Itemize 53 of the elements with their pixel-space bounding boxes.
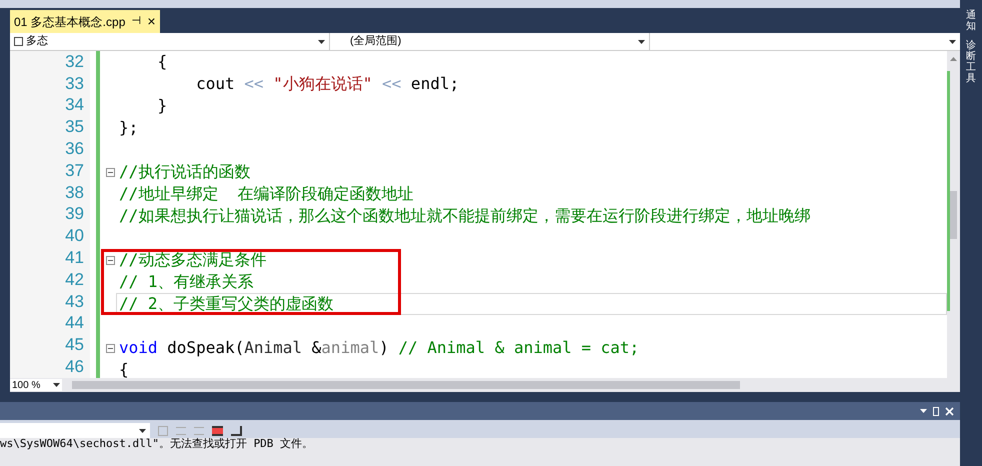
line-number: 40 [65,226,84,246]
dropdown-arrow-icon[interactable] [139,429,146,433]
collapse-icon[interactable] [106,168,114,176]
code-line: //执行说话的函数 [119,162,250,182]
zoom-dropdown[interactable]: 100 % [10,379,62,391]
collapse-icon[interactable] [106,344,114,352]
line-number: 36 [65,139,84,160]
code-line: //动态多态满足条件 [119,250,266,270]
line-number: 37 [65,160,84,181]
close-button[interactable]: × [147,11,156,32]
line-number: 45 [65,335,84,356]
pin-icon[interactable] [933,406,939,416]
side-tab[interactable]: 诊断工具 [966,40,976,84]
code-line: //地址早绑定 在编译阶段确定函数地址 [119,184,414,204]
line-number: 43 [65,292,84,312]
scope-dropdown[interactable]: 多态 [10,33,330,50]
line-number: 41 [65,248,84,268]
class-icon [14,37,23,46]
dropdown-arrow-icon[interactable] [638,40,645,44]
code-line: } [156,96,168,116]
line-number: 38 [65,182,84,203]
line-number: 39 [65,204,84,224]
code-line: { [156,52,168,72]
dropdown-arrow-icon[interactable] [318,40,325,44]
code-line: cout << "小狗在说话" << endl; [195,74,460,94]
code-line: //如果想执行让猫说话，那么这个函数地址就不能提前绑定，需要在运行阶段进行绑定，地址晚绑 [119,206,810,226]
pin-button[interactable]: ⊣ [131,13,142,30]
up-arrow-icon[interactable] [950,57,957,61]
dropdown-arrow-icon[interactable] [53,383,60,387]
document-tab[interactable]: 01 多态基本概念.cpp ⊣ × [10,10,160,33]
line-number: 46 [65,357,84,378]
line-number: 44 [65,313,84,334]
dropdown-arrow-icon[interactable] [949,40,956,44]
vertical-scrollbar[interactable] [947,51,960,378]
collapse-icon[interactable] [106,256,114,264]
line-number: 34 [65,95,84,116]
member-dropdown[interactable]: (全局范围) [330,33,650,50]
scrollbar-thumb[interactable] [950,191,957,239]
side-tab[interactable]: 通知 [966,10,976,32]
horizontal-scrollbar[interactable] [72,381,740,389]
line-number: 33 [65,74,84,94]
output-text: ws\SysWOW64\sechost.dll"。无法查找或打开 PDB 文件。 [0,437,314,450]
code-line: }; [119,118,138,138]
line-number: 35 [65,117,84,138]
line-number: 42 [65,270,84,290]
line-number: 32 [65,52,84,72]
code-line: void doSpeak(Animal &animal) // Animal & animal = cat; [119,338,640,358]
code-line: // 2、子类重写父类的虚函数 [119,294,334,314]
code-line: { [119,360,129,378]
close-icon[interactable] [945,406,954,416]
code-line: // 1、有继承关系 [119,272,254,292]
dropdown-arrow-icon[interactable] [920,409,927,413]
clear-all-icon[interactable] [212,426,223,436]
